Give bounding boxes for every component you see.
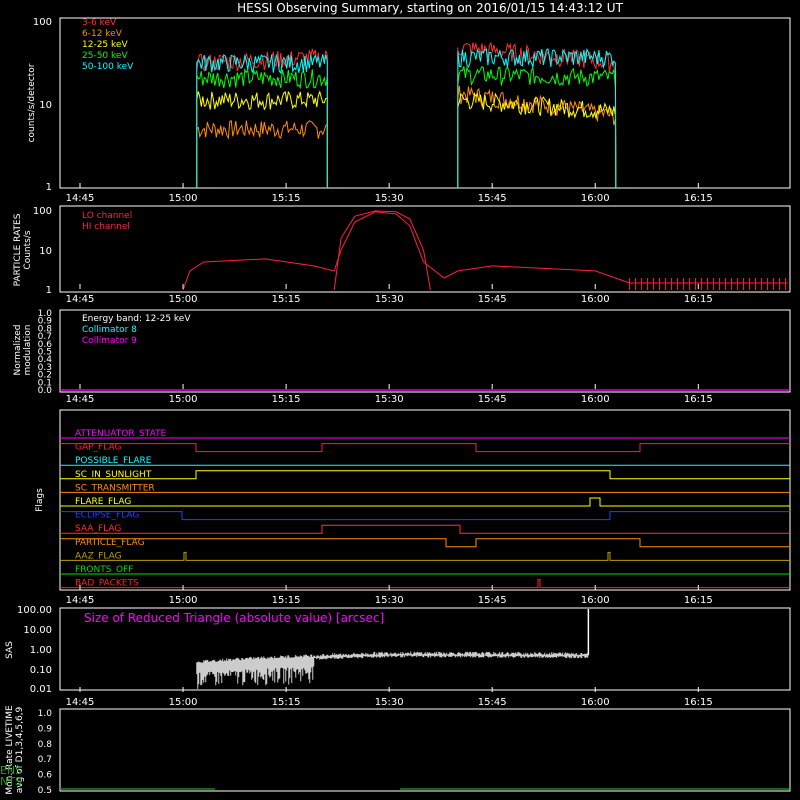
plot-title: HESSI Observing Summary, starting on 201… bbox=[237, 1, 623, 15]
time-tick-label: 14:45 bbox=[66, 595, 95, 606]
livetime-ytick: 0.8 bbox=[38, 740, 53, 750]
time-tick-label: 14:45 bbox=[66, 294, 95, 305]
time-tick-label: 14:45 bbox=[66, 394, 95, 405]
modulation-yticks: 1.00.90.80.70.60.50.40.30.20.10.0 bbox=[38, 309, 53, 396]
time-tick-label: 15:30 bbox=[375, 697, 404, 708]
sas-ytick-01: 0.10 bbox=[30, 665, 52, 676]
particle-ytick-10: 10 bbox=[39, 246, 52, 257]
time-tick-label: 15:45 bbox=[478, 294, 507, 305]
legend-collimator-9: Collimator 9 bbox=[82, 336, 137, 346]
time-tick-label: 15:15 bbox=[272, 697, 301, 708]
legend-collimator-8: Collimator 8 bbox=[82, 325, 137, 335]
time-tick-label: 15:15 bbox=[272, 294, 301, 305]
sas-ytick-10: 10.00 bbox=[23, 625, 52, 636]
time-tick-label: 15:30 bbox=[375, 595, 404, 606]
modulation-ylabel-2: modulation bbox=[23, 325, 33, 376]
time-tick-label: 16:00 bbox=[581, 595, 610, 606]
sas-ytick-100: 100.00 bbox=[17, 605, 52, 616]
time-tick-label: 15:15 bbox=[272, 193, 301, 204]
time-tick-label: 15:00 bbox=[169, 595, 198, 606]
time-tick-label: 15:00 bbox=[169, 394, 198, 405]
time-tick-label: 16:00 bbox=[581, 294, 610, 305]
hessi-summary-plot: HESSI Observing Summary, starting on 201… bbox=[0, 0, 800, 800]
time-tick-label: 14:45 bbox=[66, 193, 95, 204]
particle-ytick-100: 100 bbox=[33, 206, 52, 217]
legend-lo: LO channel bbox=[82, 211, 132, 221]
livetime-side-label-2: NTS bbox=[0, 775, 22, 788]
counts-ytick-100: 100 bbox=[33, 17, 52, 28]
sas-ytick-1: 1.00 bbox=[30, 645, 52, 656]
time-tick-label: 16:15 bbox=[684, 595, 713, 606]
sas-ylabel: SAS bbox=[5, 641, 15, 659]
time-tick-label: 15:30 bbox=[375, 394, 404, 405]
time-tick-label: 16:00 bbox=[581, 697, 610, 708]
flags-ylabel: Flags bbox=[35, 488, 45, 512]
time-tick-label: 16:15 bbox=[684, 697, 713, 708]
livetime-ytick: 0.7 bbox=[38, 755, 52, 765]
time-tick-label: 14:45 bbox=[66, 697, 95, 708]
time-tick-label: 15:00 bbox=[169, 294, 198, 305]
counts-ytick-1: 1 bbox=[46, 182, 52, 193]
modulation-energy-band: Energy band: 12-25 keV bbox=[82, 314, 191, 324]
time-tick-label: 16:15 bbox=[684, 394, 713, 405]
time-tick-label: 15:15 bbox=[272, 595, 301, 606]
counts-ylabel: counts/s/detector bbox=[27, 63, 37, 142]
legend-25-50: 25-50 keV bbox=[82, 51, 128, 61]
counts-ytick-10: 10 bbox=[39, 100, 52, 111]
time-tick-label: 16:15 bbox=[684, 193, 713, 204]
modulation-ytick: 0.0 bbox=[38, 386, 53, 396]
sas-title: Size of Reduced Triangle (absolute value… bbox=[84, 611, 384, 625]
legend-6-12: 6-12 keV bbox=[82, 29, 123, 39]
particle-ylabel-2: Counts/s bbox=[23, 230, 33, 269]
legend-50-100: 50-100 keV bbox=[82, 62, 134, 72]
time-tick-label: 15:00 bbox=[169, 697, 198, 708]
time-tick-label: 15:45 bbox=[478, 193, 507, 204]
time-tick-label: 15:45 bbox=[478, 595, 507, 606]
legend-12-25: 12-25 keV bbox=[82, 40, 128, 50]
livetime-ytick: 0.5 bbox=[38, 786, 52, 796]
time-tick-label: 15:30 bbox=[375, 294, 404, 305]
time-tick-label: 15:00 bbox=[169, 193, 198, 204]
modulation-ylabel-1: Normalized bbox=[13, 324, 23, 375]
livetime-ytick: 0.6 bbox=[38, 771, 53, 781]
time-tick-label: 15:45 bbox=[478, 697, 507, 708]
livetime-ytick: 0.9 bbox=[38, 724, 53, 734]
time-tick-label: 15:15 bbox=[272, 394, 301, 405]
time-tick-label: 16:15 bbox=[684, 294, 713, 305]
time-tick-label: 16:00 bbox=[581, 193, 610, 204]
livetime-ytick: 1.0 bbox=[38, 709, 53, 719]
particle-ytick-1: 1 bbox=[46, 285, 52, 296]
legend-hi: HI channel bbox=[82, 222, 130, 232]
time-tick-label: 16:00 bbox=[581, 394, 610, 405]
legend-3-6: 3-6 keV bbox=[82, 18, 117, 28]
time-tick-label: 15:45 bbox=[478, 394, 507, 405]
time-tick-label: 15:30 bbox=[375, 193, 404, 204]
sas-ytick-001: 0.01 bbox=[30, 684, 52, 695]
particle-ylabel-1: PARTICLE RATES bbox=[13, 213, 23, 286]
